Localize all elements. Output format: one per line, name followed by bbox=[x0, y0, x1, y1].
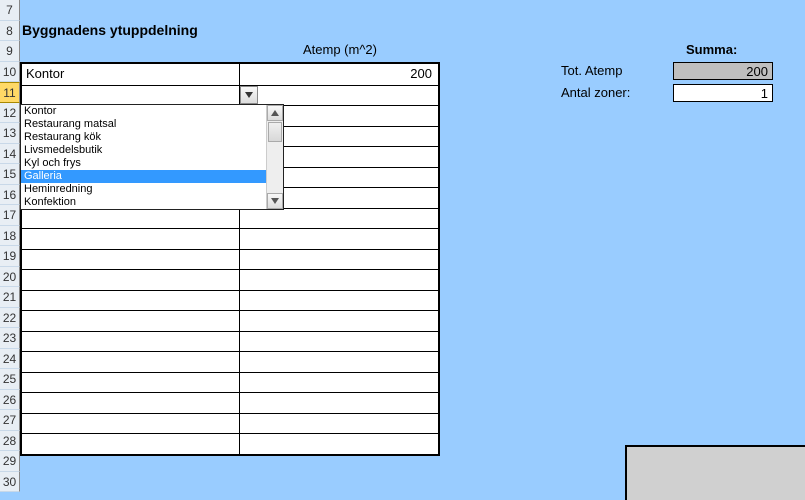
zone-type-cell[interactable]: Kontor bbox=[22, 64, 240, 85]
table-row bbox=[22, 351, 438, 372]
row-header-10[interactable]: 10 bbox=[0, 62, 20, 83]
table-row bbox=[22, 331, 438, 352]
zone-type-cell[interactable] bbox=[22, 373, 240, 393]
row-header-8[interactable]: 8 bbox=[0, 21, 20, 42]
row-header-24[interactable]: 24 bbox=[0, 349, 20, 370]
zone-area-cell[interactable]: 200 bbox=[240, 64, 438, 85]
table-row bbox=[22, 85, 438, 106]
antal-zoner-label: Antal zoner: bbox=[561, 85, 630, 100]
zone-type-cell[interactable] bbox=[22, 86, 240, 106]
table-row bbox=[22, 208, 438, 229]
row-header-13[interactable]: 13 bbox=[0, 123, 20, 144]
row-headers: 7891011121314151617181920212223242526272… bbox=[0, 0, 20, 492]
table-row bbox=[22, 310, 438, 331]
zone-type-cell[interactable] bbox=[22, 250, 240, 270]
table-row: Kontor200 bbox=[22, 64, 438, 85]
spreadsheet-view: 7891011121314151617181920212223242526272… bbox=[0, 0, 805, 500]
table-row bbox=[22, 269, 438, 290]
row-header-26[interactable]: 26 bbox=[0, 390, 20, 411]
table-row bbox=[22, 228, 438, 249]
summa-label: Summa: bbox=[686, 42, 737, 57]
zone-area-cell[interactable] bbox=[240, 229, 438, 249]
row-header-18[interactable]: 18 bbox=[0, 226, 20, 247]
column-header-atemp: Atemp (m^2) bbox=[240, 42, 440, 57]
zone-type-cell[interactable] bbox=[22, 311, 240, 331]
row-header-12[interactable]: 12 bbox=[0, 103, 20, 124]
table-row bbox=[22, 392, 438, 413]
table-row bbox=[22, 372, 438, 393]
scroll-thumb[interactable] bbox=[268, 122, 282, 142]
zone-type-cell[interactable] bbox=[22, 434, 240, 454]
row-header-16[interactable]: 16 bbox=[0, 185, 20, 206]
row-header-9[interactable]: 9 bbox=[0, 41, 20, 62]
bottom-gray-box bbox=[625, 445, 805, 500]
triangle-up-icon bbox=[271, 110, 279, 116]
row-header-20[interactable]: 20 bbox=[0, 267, 20, 288]
zone-area-cell[interactable] bbox=[240, 414, 438, 434]
zone-type-cell[interactable] bbox=[22, 352, 240, 372]
tot-atemp-label: Tot. Atemp bbox=[561, 63, 622, 78]
zone-area-cell[interactable] bbox=[240, 291, 438, 311]
tot-atemp-value: 200 bbox=[673, 62, 773, 80]
row-header-14[interactable]: 14 bbox=[0, 144, 20, 165]
row-header-7[interactable]: 7 bbox=[0, 0, 20, 21]
zone-type-cell[interactable] bbox=[22, 332, 240, 352]
dropdown-option[interactable]: Galleria bbox=[21, 170, 283, 183]
zone-type-cell[interactable] bbox=[22, 414, 240, 434]
row-header-30[interactable]: 30 bbox=[0, 472, 20, 493]
row-header-28[interactable]: 28 bbox=[0, 431, 20, 452]
zone-type-cell[interactable] bbox=[22, 291, 240, 311]
dropdown-option[interactable]: Kontor bbox=[21, 105, 283, 118]
table-row bbox=[22, 413, 438, 434]
table-row bbox=[22, 433, 438, 454]
row-header-19[interactable]: 19 bbox=[0, 246, 20, 267]
row-header-29[interactable]: 29 bbox=[0, 451, 20, 472]
row-header-21[interactable]: 21 bbox=[0, 287, 20, 308]
grid-area: Byggnadens ytuppdelning Atemp (m^2) Summ… bbox=[20, 0, 805, 500]
dropdown-option[interactable]: Kyl och frys bbox=[21, 157, 283, 170]
zone-area-cell[interactable] bbox=[240, 250, 438, 270]
dropdown-option[interactable]: Restaurang kök bbox=[21, 131, 283, 144]
zone-area-cell[interactable] bbox=[240, 209, 438, 229]
dropdown-toggle[interactable] bbox=[240, 86, 258, 104]
row-header-15[interactable]: 15 bbox=[0, 164, 20, 185]
zone-type-cell[interactable] bbox=[22, 270, 240, 290]
zone-area-cell[interactable] bbox=[240, 311, 438, 331]
row-header-11[interactable]: 11 bbox=[0, 82, 20, 103]
zone-type-cell[interactable] bbox=[22, 229, 240, 249]
zone-type-cell[interactable] bbox=[22, 209, 240, 229]
zone-area-cell[interactable] bbox=[240, 373, 438, 393]
zone-area-cell[interactable] bbox=[240, 393, 438, 413]
table-row bbox=[22, 290, 438, 311]
scroll-down-button[interactable] bbox=[267, 193, 283, 209]
chevron-down-icon bbox=[245, 92, 253, 98]
dropdown-list[interactable]: KontorRestaurang matsalRestaurang kökLiv… bbox=[20, 104, 284, 210]
zone-area-cell[interactable] bbox=[240, 86, 438, 106]
zone-area-cell[interactable] bbox=[240, 352, 438, 372]
zone-area-cell[interactable] bbox=[240, 270, 438, 290]
dropdown-option[interactable]: Livsmedelsbutik bbox=[21, 144, 283, 157]
table-row bbox=[22, 249, 438, 270]
section-title: Byggnadens ytuppdelning bbox=[22, 22, 198, 38]
dropdown-option[interactable]: Konfektion bbox=[21, 196, 283, 209]
row-header-25[interactable]: 25 bbox=[0, 369, 20, 390]
triangle-down-icon bbox=[271, 198, 279, 204]
scroll-up-button[interactable] bbox=[267, 105, 283, 121]
row-header-22[interactable]: 22 bbox=[0, 308, 20, 329]
zone-type-cell[interactable] bbox=[22, 393, 240, 413]
dropdown-option[interactable]: Heminredning bbox=[21, 183, 283, 196]
antal-zoner-value: 1 bbox=[673, 84, 773, 102]
row-header-27[interactable]: 27 bbox=[0, 410, 20, 431]
zone-area-cell[interactable] bbox=[240, 434, 438, 454]
dropdown-scrollbar[interactable] bbox=[266, 105, 283, 209]
row-header-23[interactable]: 23 bbox=[0, 328, 20, 349]
dropdown-option[interactable]: Restaurang matsal bbox=[21, 118, 283, 131]
row-header-17[interactable]: 17 bbox=[0, 205, 20, 226]
zone-area-cell[interactable] bbox=[240, 332, 438, 352]
